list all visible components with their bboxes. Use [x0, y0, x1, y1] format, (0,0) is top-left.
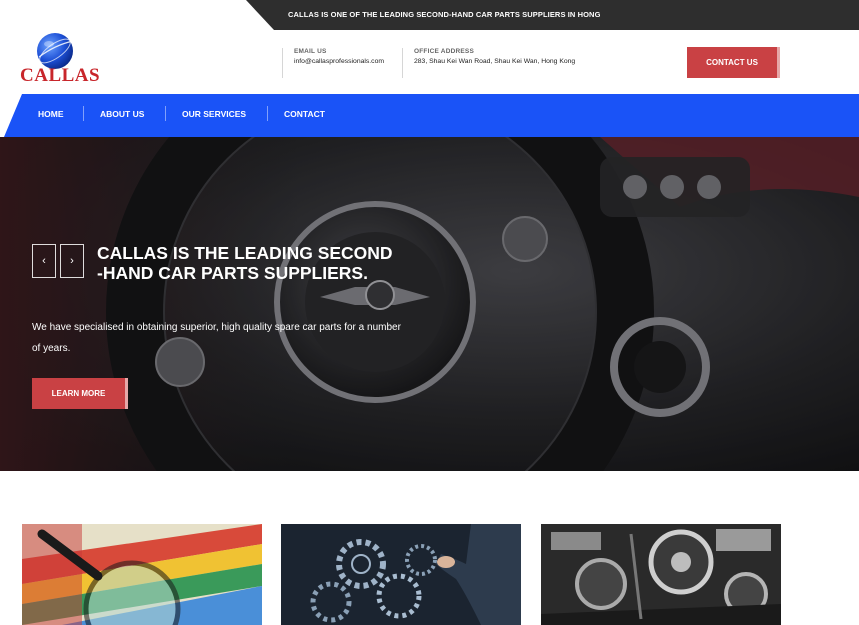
- nav-divider: [267, 106, 268, 121]
- nav-our-services[interactable]: OUR SERVICES: [182, 109, 246, 119]
- nav-contact[interactable]: CONTACT: [284, 109, 325, 119]
- logo-text: CALLAS: [20, 65, 101, 86]
- hero-title: CALLAS IS THE LEADING SECOND -HAND CAR P…: [97, 243, 393, 283]
- nav-divider: [165, 106, 166, 121]
- service-card-gears[interactable]: [281, 524, 521, 625]
- main-nav: HOME ABOUT US OUR SERVICES CONTACT: [4, 94, 859, 137]
- nav-home[interactable]: HOME: [38, 109, 64, 119]
- address-label: OFFICE ADDRESS: [414, 48, 474, 55]
- top-bar-tagline: CALLAS IS ONE OF THE LEADING SECOND-HAND…: [288, 10, 601, 19]
- address-block: OFFICE ADDRESS 283, Shau Kei Wan Road, S…: [402, 48, 575, 78]
- email-block: EMAIL US info@callasprofessionals.com: [282, 48, 384, 78]
- email-label: EMAIL US: [294, 48, 327, 55]
- top-bar: CALLAS IS ONE OF THE LEADING SECOND-HAND…: [0, 0, 859, 30]
- service-card-engine[interactable]: [541, 524, 781, 625]
- chevron-left-icon[interactable]: ‹: [32, 244, 56, 278]
- engine-image: [541, 524, 781, 625]
- learn-more-button[interactable]: LEARN MORE: [32, 378, 128, 409]
- hero-banner: [0, 137, 859, 471]
- nav-divider: [83, 106, 84, 121]
- service-card-magnifier[interactable]: [22, 524, 262, 625]
- steering-wheel-image: [0, 137, 859, 471]
- email-value[interactable]: info@callasprofessionals.com: [294, 58, 384, 65]
- hero-subtitle: We have specialised in obtaining superio…: [32, 322, 401, 354]
- gears-image: [281, 524, 521, 625]
- site-logo[interactable]: CALLAS: [20, 31, 100, 87]
- nav-about-us[interactable]: ABOUT US: [100, 109, 144, 119]
- address-value: 283, Shau Kei Wan Road, Shau Kei Wan, Ho…: [414, 58, 576, 65]
- magnifier-image: [22, 524, 262, 625]
- chevron-right-icon[interactable]: ›: [60, 244, 84, 278]
- contact-us-button[interactable]: CONTACT US: [687, 47, 780, 78]
